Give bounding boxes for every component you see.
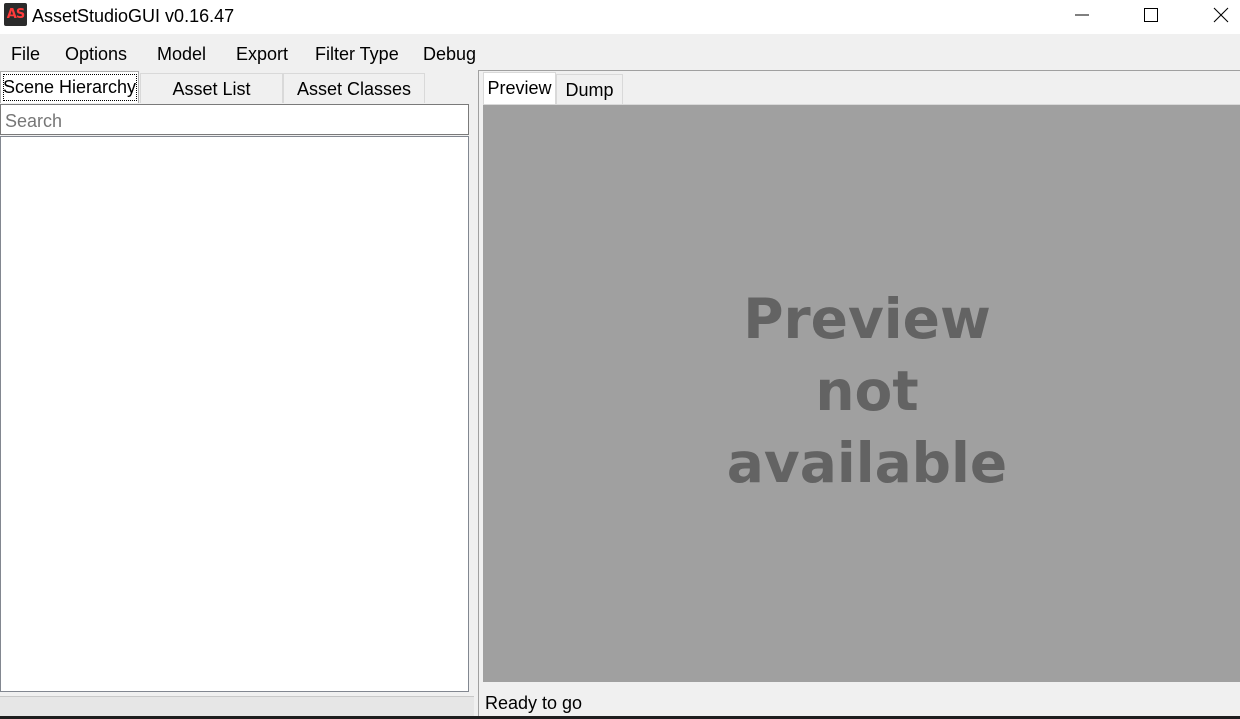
tab-asset-list[interactable]: Asset List [140,73,283,103]
preview-message-line: not [815,359,919,423]
left-panel: Scene Hierarchy Asset List Asset Classes… [0,70,474,717]
preview-message-line: Preview [743,287,991,351]
close-button[interactable] [1198,0,1240,30]
tab-focus-rect [3,74,137,101]
tab-label: Preview [487,78,552,98]
app-icon: AS [4,3,27,26]
left-panel-footer [0,696,474,717]
menu-filter-type[interactable]: Filter Type [315,43,399,65]
preview-message-line: available [726,431,1008,495]
search-input[interactable]: Search [0,104,469,135]
title-bar: AS AssetStudioGUI v0.16.47 [0,0,1240,34]
minimize-button[interactable] [1059,0,1105,30]
menu-debug[interactable]: Debug [423,43,476,65]
tab-label: Asset List [172,79,251,99]
menu-export[interactable]: Export [236,43,288,65]
tab-dump[interactable]: Dump [556,74,623,104]
tab-scene-hierarchy[interactable]: Scene Hierarchy [0,71,139,103]
menu-model[interactable]: Model [157,43,206,65]
minimize-icon [1075,14,1089,16]
menu-file[interactable]: File [11,43,40,65]
tab-asset-classes[interactable]: Asset Classes [283,73,425,103]
right-panel: Preview Dump Preview not available Ready… [478,70,1240,719]
preview-area: Preview not available [483,104,1240,682]
close-icon [1213,7,1229,23]
search-placeholder: Search [5,111,63,131]
status-bar: Ready to go [483,685,1240,717]
menu-options[interactable]: Options [65,43,127,65]
menu-bar: File Options Model Export Filter Type De… [0,36,1240,68]
preview-not-available-message: Preview not available [483,283,1240,499]
status-text: Ready to go [485,693,583,713]
maximize-button[interactable] [1128,0,1174,30]
tab-label: Asset Classes [296,79,412,99]
tab-label: Dump [565,80,614,100]
maximize-icon [1144,8,1158,22]
app-window: AS AssetStudioGUI v0.16.47 File Options … [0,0,1240,719]
window-title: AssetStudioGUI v0.16.47 [32,6,235,26]
scene-hierarchy-tree[interactable] [0,136,469,692]
tab-preview[interactable]: Preview [483,72,556,105]
